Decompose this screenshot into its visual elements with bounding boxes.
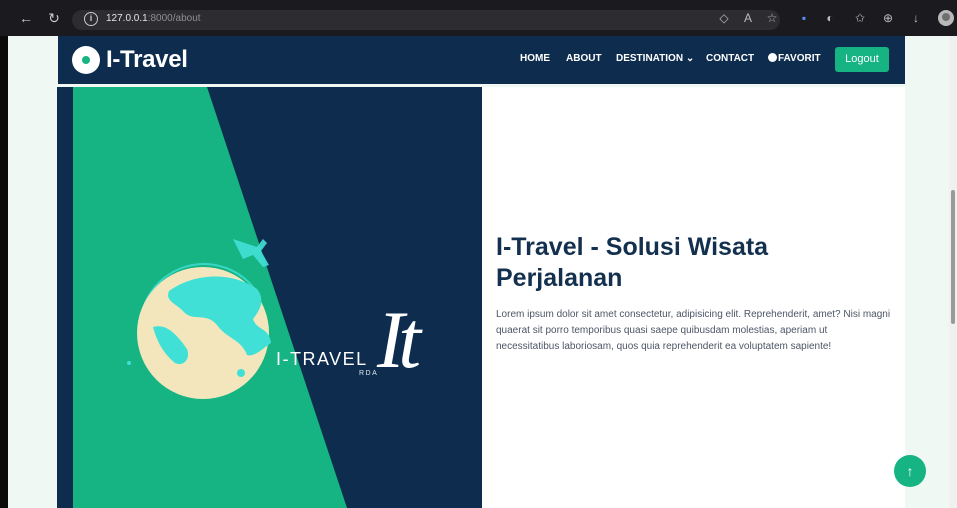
- about-paragraph: Lorem ipsum dolor sit amet consectetur, …: [496, 309, 891, 352]
- chevron-down-icon: ⌄: [685, 53, 695, 64]
- tag-icon[interactable]: ◇: [716, 11, 732, 25]
- tracking-icon[interactable]: ☆: [764, 11, 780, 25]
- nav-favorit-label: FAVORIT: [778, 53, 821, 64]
- nav-home[interactable]: HOME: [520, 53, 550, 64]
- reload-icon[interactable]: ↻: [46, 10, 62, 26]
- profile-avatar[interactable]: [938, 10, 954, 26]
- copilot-icon[interactable]: ◐: [822, 11, 838, 25]
- about-illustration: [57, 87, 347, 508]
- download-icon[interactable]: ↓: [908, 11, 924, 25]
- navy-edge: [57, 87, 73, 508]
- site-info-icon[interactable]: i: [84, 12, 98, 26]
- nav-destination-label: DESTINATION: [616, 53, 684, 64]
- about-brand-sub: RDA: [359, 370, 379, 377]
- site-navbar: I-Travel HOME ABOUT DESTINATION ⌄ CONTAC…: [58, 36, 905, 84]
- about-image: I-TRAVEL RDA It: [57, 87, 482, 508]
- about-title: I-Travel - Solusi Wisata Perjalanan: [496, 233, 769, 292]
- nav-contact[interactable]: CONTACT: [706, 53, 754, 64]
- brand-name: I-Travel: [106, 46, 188, 73]
- globe-island: [237, 369, 245, 377]
- url-host: 127.0.0.1: [106, 13, 148, 24]
- logout-button[interactable]: Logout: [835, 47, 889, 72]
- heart-circle-icon: [768, 53, 777, 62]
- arrow-left-icon[interactable]: ←: [18, 10, 34, 26]
- back-to-top-button[interactable]: ↑: [894, 455, 926, 487]
- nav-favorit[interactable]: FAVORIT: [768, 53, 821, 64]
- page-viewport: I-Travel HOME ABOUT DESTINATION ⌄ CONTAC…: [8, 36, 949, 508]
- extension-icon[interactable]: ▪: [796, 11, 812, 25]
- orbit-dot: [127, 361, 131, 365]
- nav-destination[interactable]: DESTINATION ⌄: [616, 53, 694, 64]
- address-bar[interactable]: i 127.0.0.1:8000/about: [72, 10, 780, 30]
- arrow-up-icon: ↑: [906, 463, 914, 479]
- read-aloud-icon[interactable]: A: [740, 11, 756, 25]
- brand-logo[interactable]: I-Travel: [72, 46, 188, 74]
- about-text-column: I-Travel - Solusi Wisata Perjalanan Lore…: [482, 87, 905, 508]
- globe-logo-icon: [72, 46, 100, 74]
- about-monogram: It: [377, 294, 421, 385]
- scrollbar-thumb[interactable]: [951, 190, 955, 324]
- nav-about[interactable]: ABOUT: [566, 53, 602, 64]
- url-path: :8000/about: [147, 13, 201, 24]
- collections-icon[interactable]: ⊕: [880, 11, 896, 25]
- browser-toolbar: ← ↻ i 127.0.0.1:8000/about ◇ A ☆ ▪ ◐ ✩ ⊕…: [0, 0, 957, 36]
- about-brand-text: I-TRAVEL: [276, 349, 368, 369]
- favorites-icon[interactable]: ✩: [852, 11, 868, 25]
- url-text: 127.0.0.1:8000/about: [106, 13, 201, 24]
